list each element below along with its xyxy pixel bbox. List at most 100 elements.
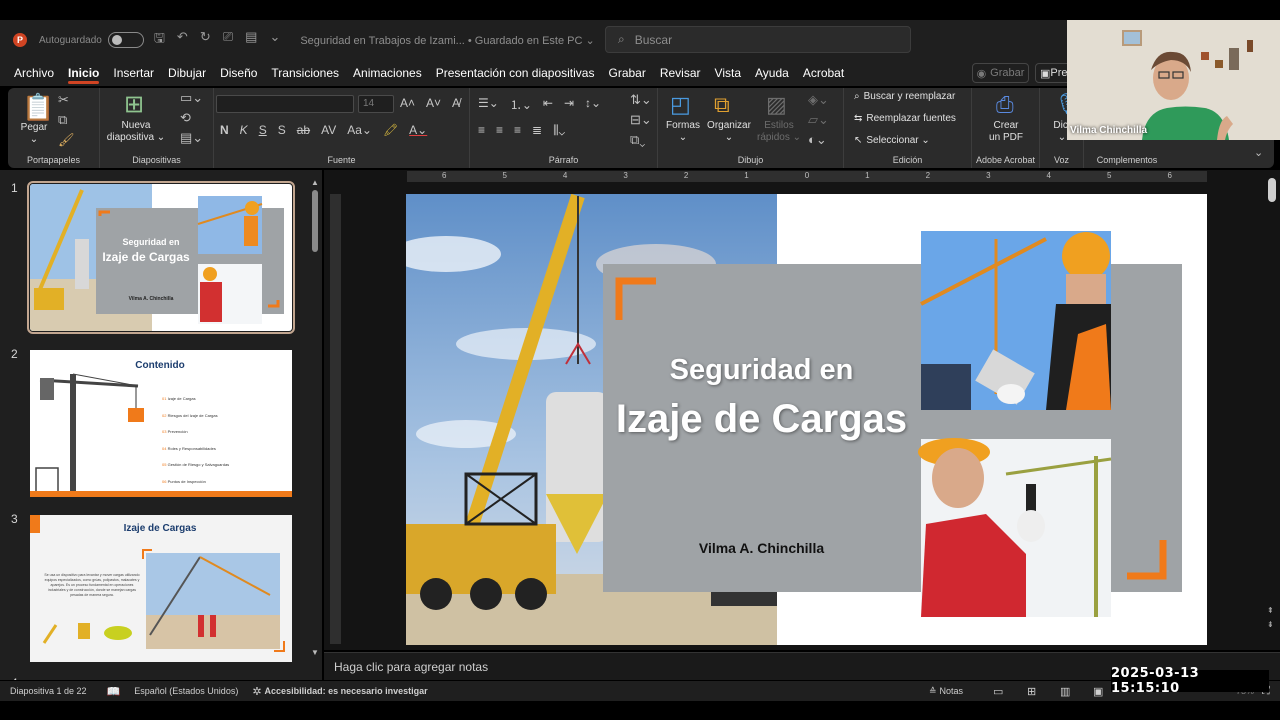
- font-family-combo[interactable]: [216, 95, 354, 113]
- slide-title-line-1[interactable]: Seguridad en: [603, 354, 920, 387]
- spellcheck-icon[interactable]: 📖: [107, 685, 121, 698]
- tab-vista[interactable]: Vista: [708, 60, 748, 86]
- smartart-icon[interactable]: ⧉⌄: [630, 132, 645, 148]
- section-icon[interactable]: ▤⌄: [180, 130, 203, 146]
- accessibility-status[interactable]: Accesibilidad: es necesario investigar: [265, 686, 428, 696]
- format-painter-icon[interactable]: 🖌: [58, 132, 75, 148]
- document-title[interactable]: Seguridad en Trabajos de Izami... • Guar…: [300, 34, 594, 47]
- tab-presentacion[interactable]: Presentación con diapositivas: [429, 60, 602, 86]
- notes-button[interactable]: ≙ Notas: [929, 686, 963, 697]
- undo-icon[interactable]: ↶: [177, 29, 188, 51]
- columns-icon[interactable]: ⫼⌄: [553, 123, 565, 138]
- new-slide-label-1[interactable]: Nueva: [100, 120, 172, 132]
- copy-icon[interactable]: ⧉: [58, 112, 67, 128]
- arrange-dropdown-icon[interactable]: ⌄: [706, 132, 752, 144]
- shadow-icon[interactable]: S: [278, 123, 286, 137]
- increase-font-icon[interactable]: A˄: [400, 96, 415, 110]
- create-pdf-label-1[interactable]: Crear: [976, 120, 1036, 132]
- font-size-combo[interactable]: 14: [358, 95, 394, 113]
- cut-icon[interactable]: ✂: [58, 92, 69, 108]
- align-center-icon[interactable]: ≡: [496, 123, 503, 138]
- slide-thumbnail-3[interactable]: Izaje de Cargas Se usa un dispositivo pa…: [30, 515, 292, 662]
- paste-dropdown-icon[interactable]: ⌄: [26, 134, 42, 146]
- bullets-icon[interactable]: ☰⌄: [478, 96, 499, 113]
- slide-scrollbar[interactable]: ⇞ ⇟: [1266, 178, 1278, 638]
- new-slide-icon[interactable]: ⊞: [124, 90, 144, 119]
- language-status[interactable]: Español (Estados Unidos): [134, 686, 238, 696]
- strikethrough-icon[interactable]: ab: [297, 123, 310, 137]
- thumbnail-scrollbar[interactable]: ▲ ▼: [311, 178, 319, 668]
- scroll-up-icon[interactable]: ▲: [311, 178, 319, 187]
- customize-toolbar-icon[interactable]: ⌄: [269, 29, 280, 51]
- present-from-start-icon[interactable]: ⎚: [223, 29, 233, 51]
- align-left-icon[interactable]: ≡: [478, 123, 485, 138]
- prev-slide-icon[interactable]: ⇞: [1267, 606, 1274, 615]
- create-pdf-icon[interactable]: ⎙: [996, 92, 1014, 118]
- slide-title-line-2[interactable]: Izaje de Cargas: [603, 397, 920, 442]
- text-direction-icon[interactable]: ⇅⌄: [630, 92, 652, 108]
- tab-archivo[interactable]: Archivo: [7, 60, 61, 86]
- arrange-icon[interactable]: ⧉: [714, 92, 730, 118]
- spacing-icon[interactable]: AV: [321, 123, 336, 137]
- slide-sorter-icon[interactable]: ⊞: [1027, 685, 1036, 698]
- record-button[interactable]: ◉ Grabar: [972, 63, 1029, 83]
- tab-insertar[interactable]: Insertar: [106, 60, 161, 86]
- layout-icon[interactable]: ▤: [245, 29, 257, 51]
- change-case-icon[interactable]: Aa⌄: [347, 123, 372, 137]
- collapse-ribbon-icon[interactable]: ⌄: [1254, 146, 1263, 159]
- tab-animaciones[interactable]: Animaciones: [346, 60, 429, 86]
- quick-styles-label-1[interactable]: Estilos: [756, 120, 802, 132]
- paste-icon[interactable]: 📋: [22, 92, 54, 123]
- scroll-down-icon[interactable]: ▼: [311, 648, 319, 657]
- replace-fonts-button[interactable]: ⇆ Reemplazar fuentes: [854, 113, 956, 124]
- tab-revisar[interactable]: Revisar: [653, 60, 708, 86]
- line-spacing-icon[interactable]: ↕⌄: [585, 96, 601, 113]
- increase-indent-icon[interactable]: ⇥: [564, 96, 574, 113]
- shape-effects-icon[interactable]: ◐⌄: [808, 132, 827, 148]
- slide-thumbnail-1[interactable]: Seguridad en Izaje de Cargas Vilma A. Ch…: [27, 181, 295, 334]
- normal-view-icon[interactable]: ▭: [993, 685, 1003, 698]
- tab-grabar[interactable]: Grabar: [601, 60, 652, 86]
- autosave-toggle[interactable]: [107, 32, 144, 48]
- save-icon[interactable]: 🖫: [154, 29, 165, 51]
- new-slide-label-2[interactable]: diapositiva ⌄: [100, 132, 172, 144]
- tab-diseno[interactable]: Diseño: [213, 60, 264, 86]
- select-button[interactable]: ↖ Seleccionar ⌄: [854, 135, 930, 146]
- find-replace-button[interactable]: ⌕ Buscar y reemplazar: [854, 91, 955, 102]
- align-right-icon[interactable]: ≡: [514, 123, 521, 138]
- create-pdf-label-2[interactable]: un PDF: [976, 132, 1036, 144]
- slide-thumbnail-2[interactable]: Contenido 01 Izaje de Cargas 02 Riesgos …: [30, 350, 292, 497]
- highlight-icon[interactable]: 🖍: [383, 123, 398, 137]
- arrange-label[interactable]: Organizar: [706, 120, 752, 132]
- decrease-indent-icon[interactable]: ⇤: [543, 96, 553, 113]
- shapes-icon[interactable]: ◰: [670, 92, 691, 118]
- shape-outline-icon[interactable]: ▱⌄: [808, 112, 829, 128]
- paste-label[interactable]: Pegar: [16, 122, 52, 134]
- shapes-label[interactable]: Formas: [662, 120, 704, 132]
- decrease-font-icon[interactable]: A˅: [426, 96, 441, 110]
- search-box[interactable]: ⌕ Buscar: [605, 26, 911, 53]
- tab-ayuda[interactable]: Ayuda: [748, 60, 796, 86]
- layout-icon[interactable]: ▭⌄: [180, 90, 203, 106]
- quick-styles-icon[interactable]: ▨: [766, 92, 787, 118]
- align-text-icon[interactable]: ⊟⌄: [630, 112, 652, 128]
- slide-scroll-thumb[interactable]: [1268, 178, 1276, 202]
- shape-fill-icon[interactable]: ◈⌄: [808, 92, 829, 108]
- tab-acrobat[interactable]: Acrobat: [796, 60, 851, 86]
- tab-dibujar[interactable]: Dibujar: [161, 60, 213, 86]
- tab-inicio[interactable]: Inicio: [61, 60, 106, 86]
- current-slide[interactable]: Seguridad en Izaje de Cargas Vilma A. Ch…: [406, 194, 1207, 645]
- reading-view-icon[interactable]: ▥: [1060, 685, 1070, 698]
- next-slide-icon[interactable]: ⇟: [1267, 620, 1274, 629]
- underline-icon[interactable]: S: [259, 123, 267, 137]
- redo-icon[interactable]: ↻: [200, 29, 211, 51]
- numbering-icon[interactable]: ⒈⌄: [510, 96, 532, 113]
- notes-placeholder[interactable]: Haga clic para agregar notas: [334, 660, 488, 674]
- bold-icon[interactable]: N: [220, 123, 229, 137]
- font-color-icon[interactable]: A⌄: [409, 123, 427, 137]
- quick-styles-label-2[interactable]: rápidos ⌄: [756, 132, 802, 144]
- clear-format-icon[interactable]: A̸: [452, 96, 460, 110]
- slide-author[interactable]: Vilma A. Chinchilla: [603, 540, 920, 556]
- thumbnail-scroll-thumb[interactable]: [312, 190, 318, 252]
- italic-icon[interactable]: K: [240, 123, 248, 137]
